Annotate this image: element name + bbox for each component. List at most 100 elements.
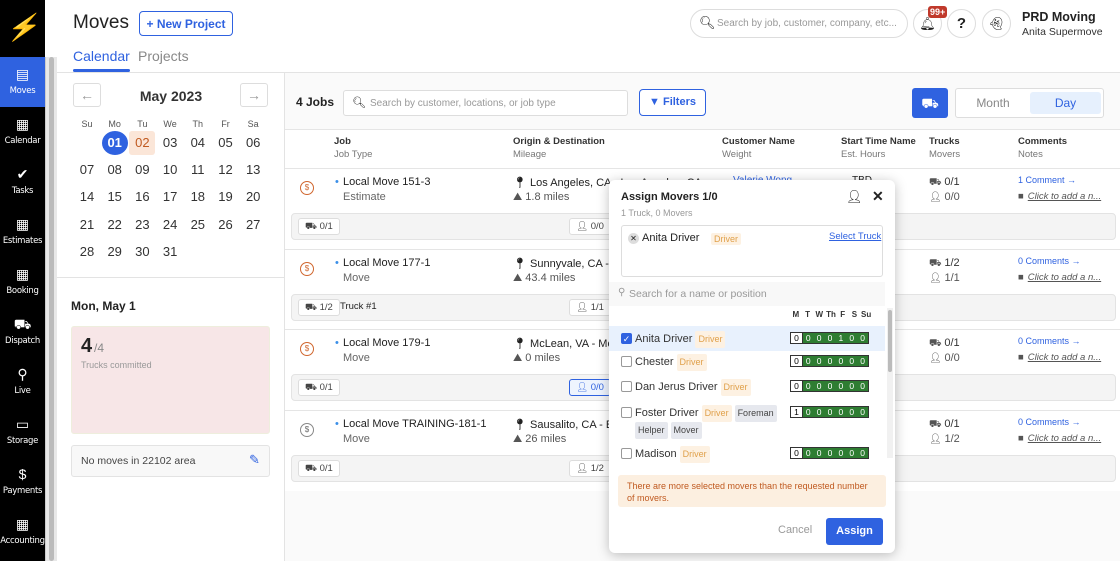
mover-row[interactable]: Chester Driver 0 0 0 0 0 0 0 bbox=[609, 352, 885, 378]
tab-calendar[interactable]: Calendar bbox=[73, 48, 130, 72]
calendar-day[interactable]: 02 bbox=[129, 131, 156, 155]
truck-chip[interactable]: ⛟ 0/1 bbox=[298, 379, 340, 396]
tab-projects[interactable]: Projects bbox=[138, 48, 189, 64]
movers-chip[interactable]: 👤︎ 0/0 bbox=[569, 379, 611, 396]
column-header[interactable]: Customer Name Weight bbox=[722, 135, 795, 161]
calendar-day[interactable]: 18 bbox=[185, 185, 211, 209]
day-view-button[interactable]: Day bbox=[1030, 92, 1101, 114]
movers-scrollbar[interactable] bbox=[887, 308, 893, 458]
notes-link[interactable]: ■ Click to add a n... bbox=[1018, 272, 1101, 283]
calendar-day[interactable]: 28 bbox=[74, 240, 100, 264]
notes-link[interactable]: ■ Click to add a n... bbox=[1018, 191, 1101, 202]
comments-link[interactable]: 0 Comments → bbox=[1018, 417, 1081, 427]
column-header[interactable]: Trucks Movers bbox=[929, 135, 960, 161]
truck-chip[interactable]: ⛟ 1/2 bbox=[298, 298, 340, 316]
mover-row[interactable]: Madison Driver 0 0 0 0 0 0 0 bbox=[609, 444, 885, 470]
calendar-day[interactable]: 19 bbox=[213, 185, 239, 209]
filters-button[interactable]: ▼ Filters bbox=[639, 89, 706, 116]
mover-row[interactable]: Dan Jerus Driver Driver 0 0 0 0 0 0 0 bbox=[609, 377, 885, 403]
calendar-day[interactable]: 06 bbox=[240, 131, 266, 155]
notes-link[interactable]: ■ Click to add a n... bbox=[1018, 352, 1101, 363]
calendar-day[interactable]: 22 bbox=[102, 213, 128, 237]
calendar-day[interactable]: 09 bbox=[129, 158, 155, 182]
edit-pencil-icon[interactable]: ✎ bbox=[249, 452, 260, 468]
sidebar-item-live[interactable]: ⚲ Live bbox=[0, 357, 45, 407]
calendar-day[interactable]: 12 bbox=[213, 158, 239, 182]
calendar-day[interactable]: 16 bbox=[129, 185, 155, 209]
job-name[interactable]: Local Move 179-1 bbox=[335, 337, 430, 349]
sidebar-item-accounting[interactable]: ▦ Accounting bbox=[0, 507, 45, 557]
mover-row[interactable]: ✓ Anita Driver Driver 0 0 0 0 1 0 0 bbox=[609, 326, 885, 351]
calendar-day[interactable]: 04 bbox=[185, 131, 211, 155]
mover-search-input[interactable]: ⚲ Search for a name or position bbox=[609, 282, 885, 306]
sidebar-item-estimates[interactable]: ▦ Estimates bbox=[0, 207, 45, 257]
column-header[interactable]: Comments Notes bbox=[1018, 135, 1067, 161]
calendar-day[interactable]: 26 bbox=[213, 213, 239, 237]
user-clock-icon[interactable]: 👤︎ bbox=[846, 189, 863, 205]
calendar-day[interactable]: 31 bbox=[157, 240, 183, 264]
column-header[interactable]: Job Job Type bbox=[334, 135, 372, 161]
job-name[interactable]: Local Move 177-1 bbox=[335, 257, 430, 269]
truck-view-button[interactable]: ⛟ bbox=[912, 88, 948, 118]
sidebar-item-storage[interactable]: ▭ Storage bbox=[0, 407, 45, 457]
column-header[interactable]: Start Time Name Est. Hours bbox=[841, 135, 916, 161]
movers-chip[interactable]: 👤︎ 0/0 bbox=[569, 218, 611, 235]
notes-link[interactable]: ■ Click to add a n... bbox=[1018, 433, 1101, 444]
month-view-button[interactable]: Month bbox=[956, 89, 1030, 117]
sidebar-item-dispatch[interactable]: ⛟ Dispatch bbox=[0, 307, 45, 357]
calendar-day[interactable]: 20 bbox=[240, 185, 266, 209]
calendar-day[interactable]: 10 bbox=[157, 158, 183, 182]
column-header[interactable]: Origin & Destination Mileage bbox=[513, 135, 605, 161]
mover-checkbox[interactable] bbox=[621, 356, 632, 367]
calendar-day[interactable]: 01 bbox=[101, 131, 128, 155]
sidebar-item-booking[interactable]: ▦ Booking bbox=[0, 257, 45, 307]
global-search-input[interactable]: 🔍︎ Search by job, customer, company, etc… bbox=[690, 9, 908, 38]
jobs-search-input[interactable]: 🔍︎ Search by customer, locations, or job… bbox=[343, 90, 628, 116]
assign-button[interactable]: Assign bbox=[826, 518, 883, 545]
calendar-day[interactable]: 07 bbox=[74, 158, 100, 182]
calendar-day[interactable]: 15 bbox=[102, 185, 128, 209]
comments-link[interactable]: 0 Comments → bbox=[1018, 256, 1081, 266]
sidebar-item-payments[interactable]: $ Payments bbox=[0, 457, 45, 507]
new-project-button[interactable]: + New Project bbox=[139, 11, 233, 36]
calendar-day[interactable]: 23 bbox=[129, 213, 155, 237]
comments-link[interactable]: 1 Comment → bbox=[1018, 175, 1076, 185]
cancel-button[interactable]: Cancel bbox=[778, 524, 812, 536]
sidebar-scrollbar[interactable] bbox=[45, 57, 57, 561]
close-icon[interactable]: ✕ bbox=[872, 188, 884, 205]
sidebar-item-calendar[interactable]: ▦ Calendar bbox=[0, 107, 45, 157]
sidebar-item-moves[interactable]: ▤ Moves bbox=[0, 57, 45, 107]
calendar-day[interactable]: 27 bbox=[240, 213, 266, 237]
user-name[interactable]: Anita Supermove bbox=[1022, 26, 1103, 38]
mover-checkbox[interactable] bbox=[621, 448, 632, 459]
select-truck-link[interactable]: Select Truck bbox=[829, 231, 881, 242]
calendar-day[interactable]: 21 bbox=[74, 213, 100, 237]
truck-chip[interactable]: ⛟ 0/1 bbox=[298, 459, 340, 477]
calendar-day[interactable]: 30 bbox=[129, 240, 155, 264]
sidebar-item-tasks[interactable]: ✔ Tasks bbox=[0, 157, 45, 207]
calendar-day[interactable]: 13 bbox=[240, 158, 266, 182]
ghost-icon[interactable]: 👻︎ bbox=[982, 9, 1011, 38]
calendar-day[interactable]: 08 bbox=[102, 158, 128, 182]
calendar-day[interactable]: 24 bbox=[157, 213, 183, 237]
next-month-button[interactable]: → bbox=[240, 83, 268, 107]
help-button[interactable]: ? bbox=[947, 9, 976, 38]
calendar-day[interactable]: 17 bbox=[157, 185, 183, 209]
job-name[interactable]: Local Move 151-3 bbox=[335, 176, 430, 188]
comments-link[interactable]: 0 Comments → bbox=[1018, 336, 1081, 346]
calendar-day[interactable]: 03 bbox=[157, 131, 183, 155]
mover-row[interactable]: Foster Driver Driver ForemanHelper Mover 1 0 0… bbox=[609, 403, 885, 439]
calendar-day[interactable]: 05 bbox=[213, 131, 239, 155]
app-logo[interactable]: ⚡ bbox=[0, 0, 45, 57]
calendar-day[interactable]: 11 bbox=[185, 158, 211, 182]
movers-chip[interactable]: 👤︎ 1/1 bbox=[569, 298, 611, 316]
mover-checkbox[interactable]: ✓ bbox=[621, 333, 632, 344]
company-name[interactable]: PRD Moving bbox=[1022, 10, 1096, 24]
movers-chip[interactable]: 👤︎ 1/2 bbox=[569, 459, 611, 477]
truck-chip[interactable]: ⛟ 0/1 bbox=[298, 218, 340, 235]
mover-checkbox[interactable] bbox=[621, 407, 632, 418]
job-name[interactable]: Local Move TRAINING-181-1 bbox=[335, 418, 486, 430]
calendar-day[interactable]: 14 bbox=[74, 185, 100, 209]
remove-mover-icon[interactable]: ✕ bbox=[628, 233, 639, 244]
mover-checkbox[interactable] bbox=[621, 381, 632, 392]
